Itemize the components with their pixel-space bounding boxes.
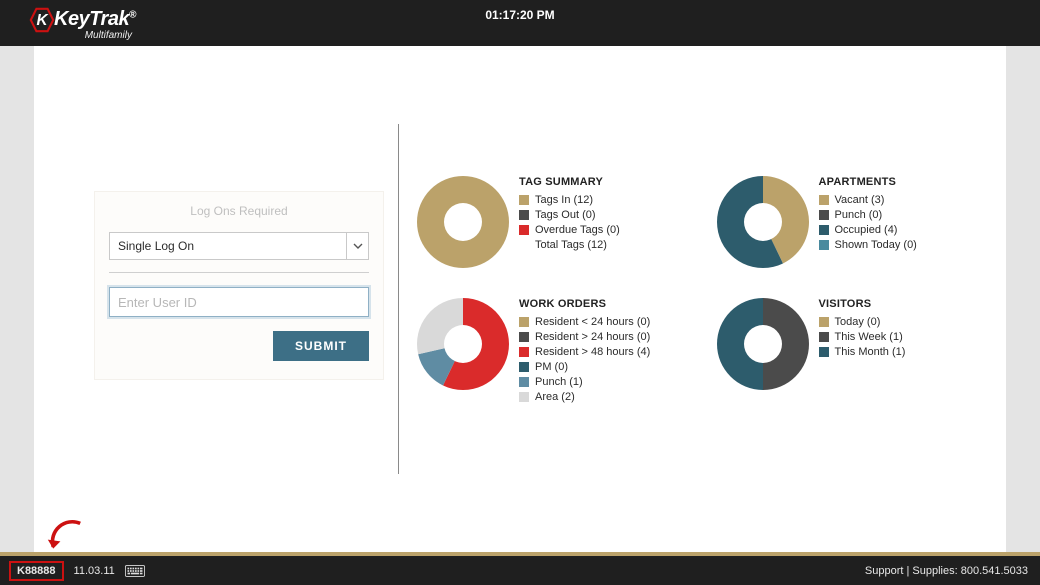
widget-work-orders: WORK ORDERS Resident < 24 hours (0) Reside… [417,298,697,406]
legend: WORK ORDERS Resident < 24 hours (0) Reside… [519,298,650,406]
legend-swatch [819,332,829,342]
login-card: Log Ons Required Single Log On SUBMIT [94,191,384,380]
donut-chart [717,176,809,268]
keyboard-icon[interactable] [125,565,145,577]
legend-label: PM (0) [535,361,568,373]
legend-swatch [819,195,829,205]
login-column: Log Ons Required Single Log On SUBMIT [34,46,394,552]
top-bar: K KeyTrak® Multifamily 01:17:20 PM [0,0,1040,46]
legend-item: This Week (1) [819,331,906,343]
widget-visitors: VISITORS Today (0) This Week (1) This Month… [717,298,997,406]
legend-swatch [519,225,529,235]
legend-item: Punch (0) [819,209,917,221]
right-gutter [1006,46,1040,552]
legend-swatch [519,195,529,205]
brand-name: KeyTrak® [54,8,136,31]
login-mode-value: Single Log On [110,233,346,259]
legend: TAG SUMMARY Tags In (12) Tags Out (0) Overd… [519,176,620,268]
legend-swatch [519,377,529,387]
submit-button[interactable]: SUBMIT [273,331,369,361]
legend-item: Resident > 48 hours (4) [519,346,650,358]
widget-title: APARTMENTS [819,176,917,188]
legend-swatch [519,347,529,357]
legend-item: Occupied (4) [819,224,917,236]
legend-swatch [819,210,829,220]
legend-label: Tags Out (0) [535,209,596,221]
legend-item: Vacant (3) [819,194,917,206]
legend-swatch [819,347,829,357]
brand-logo: K KeyTrak® Multifamily [28,6,136,41]
donut-chart [417,298,509,390]
legend-item: Total Tags (12) [519,239,620,251]
legend-swatch [819,240,829,250]
legend-label: Total Tags (12) [535,239,607,251]
dashboard-grid: TAG SUMMARY Tags In (12) Tags Out (0) Overd… [417,176,996,406]
legend-swatch [519,362,529,372]
legend-item: Shown Today (0) [819,239,917,251]
login-title: Log Ons Required [95,192,383,232]
dashboard-column: TAG SUMMARY Tags In (12) Tags Out (0) Overd… [417,46,1006,552]
legend-item: Area (2) [519,391,650,403]
system-id-badge: K88888 [9,561,64,581]
legend-item: Punch (1) [519,376,650,388]
legend-item: Overdue Tags (0) [519,224,620,236]
legend-item: Tags In (12) [519,194,620,206]
bottom-bar: K88888 11.03.11 Support | Supplies: 800.… [0,556,1040,585]
legend-swatch [519,332,529,342]
legend-swatch [519,210,529,220]
callout-arrow-icon [42,518,86,554]
legend-item: PM (0) [519,361,650,373]
legend-label: Punch (0) [835,209,883,221]
legend-label: Resident < 24 hours (0) [535,316,650,328]
legend-swatch [819,317,829,327]
legend-swatch [819,225,829,235]
legend-label: Resident > 24 hours (0) [535,331,650,343]
donut-chart [417,176,509,268]
svg-text:K: K [36,11,49,28]
support-label: Support | Supplies: 800.541.5033 [865,565,1028,577]
legend-label: Shown Today (0) [835,239,917,251]
main-area: Log Ons Required Single Log On SUBMIT [34,46,1006,552]
vertical-divider [398,124,399,474]
widget-apartments: APARTMENTS Vacant (3) Punch (0) Occupied (4… [717,176,997,268]
clock: 01:17:20 PM [485,8,554,22]
legend-label: This Month (1) [835,346,906,358]
widget-tag-summary: TAG SUMMARY Tags In (12) Tags Out (0) Overd… [417,176,697,268]
legend-item: Today (0) [819,316,906,328]
legend-item: Resident > 24 hours (0) [519,331,650,343]
brand-subtitle: Multifamily [85,30,132,41]
logo-hex-icon: K [28,6,56,34]
stage: Log Ons Required Single Log On SUBMIT [0,46,1040,552]
legend-item: Resident < 24 hours (0) [519,316,650,328]
legend: APARTMENTS Vacant (3) Punch (0) Occupied (4… [819,176,917,268]
legend-label: Tags In (12) [535,194,593,206]
widget-title: VISITORS [819,298,906,310]
left-gutter [0,46,34,552]
legend-swatch [519,317,529,327]
legend: VISITORS Today (0) This Week (1) This Month… [819,298,906,406]
legend-label: Today (0) [835,316,881,328]
login-mode-select[interactable]: Single Log On [109,232,369,260]
legend-label: Overdue Tags (0) [535,224,620,236]
legend-label: Vacant (3) [835,194,885,206]
version-label: 11.03.11 [74,565,115,577]
widget-title: TAG SUMMARY [519,176,620,188]
legend-label: Area (2) [535,391,575,403]
legend-swatch [519,240,529,250]
legend-label: Punch (1) [535,376,583,388]
legend-item: Tags Out (0) [519,209,620,221]
donut-chart [717,298,809,390]
legend-label: Resident > 48 hours (4) [535,346,650,358]
legend-label: Occupied (4) [835,224,898,236]
legend-swatch [519,392,529,402]
legend-item: This Month (1) [819,346,906,358]
user-id-input[interactable] [109,287,369,317]
legend-label: This Week (1) [835,331,903,343]
widget-title: WORK ORDERS [519,298,650,310]
chevron-down-icon [346,233,368,259]
